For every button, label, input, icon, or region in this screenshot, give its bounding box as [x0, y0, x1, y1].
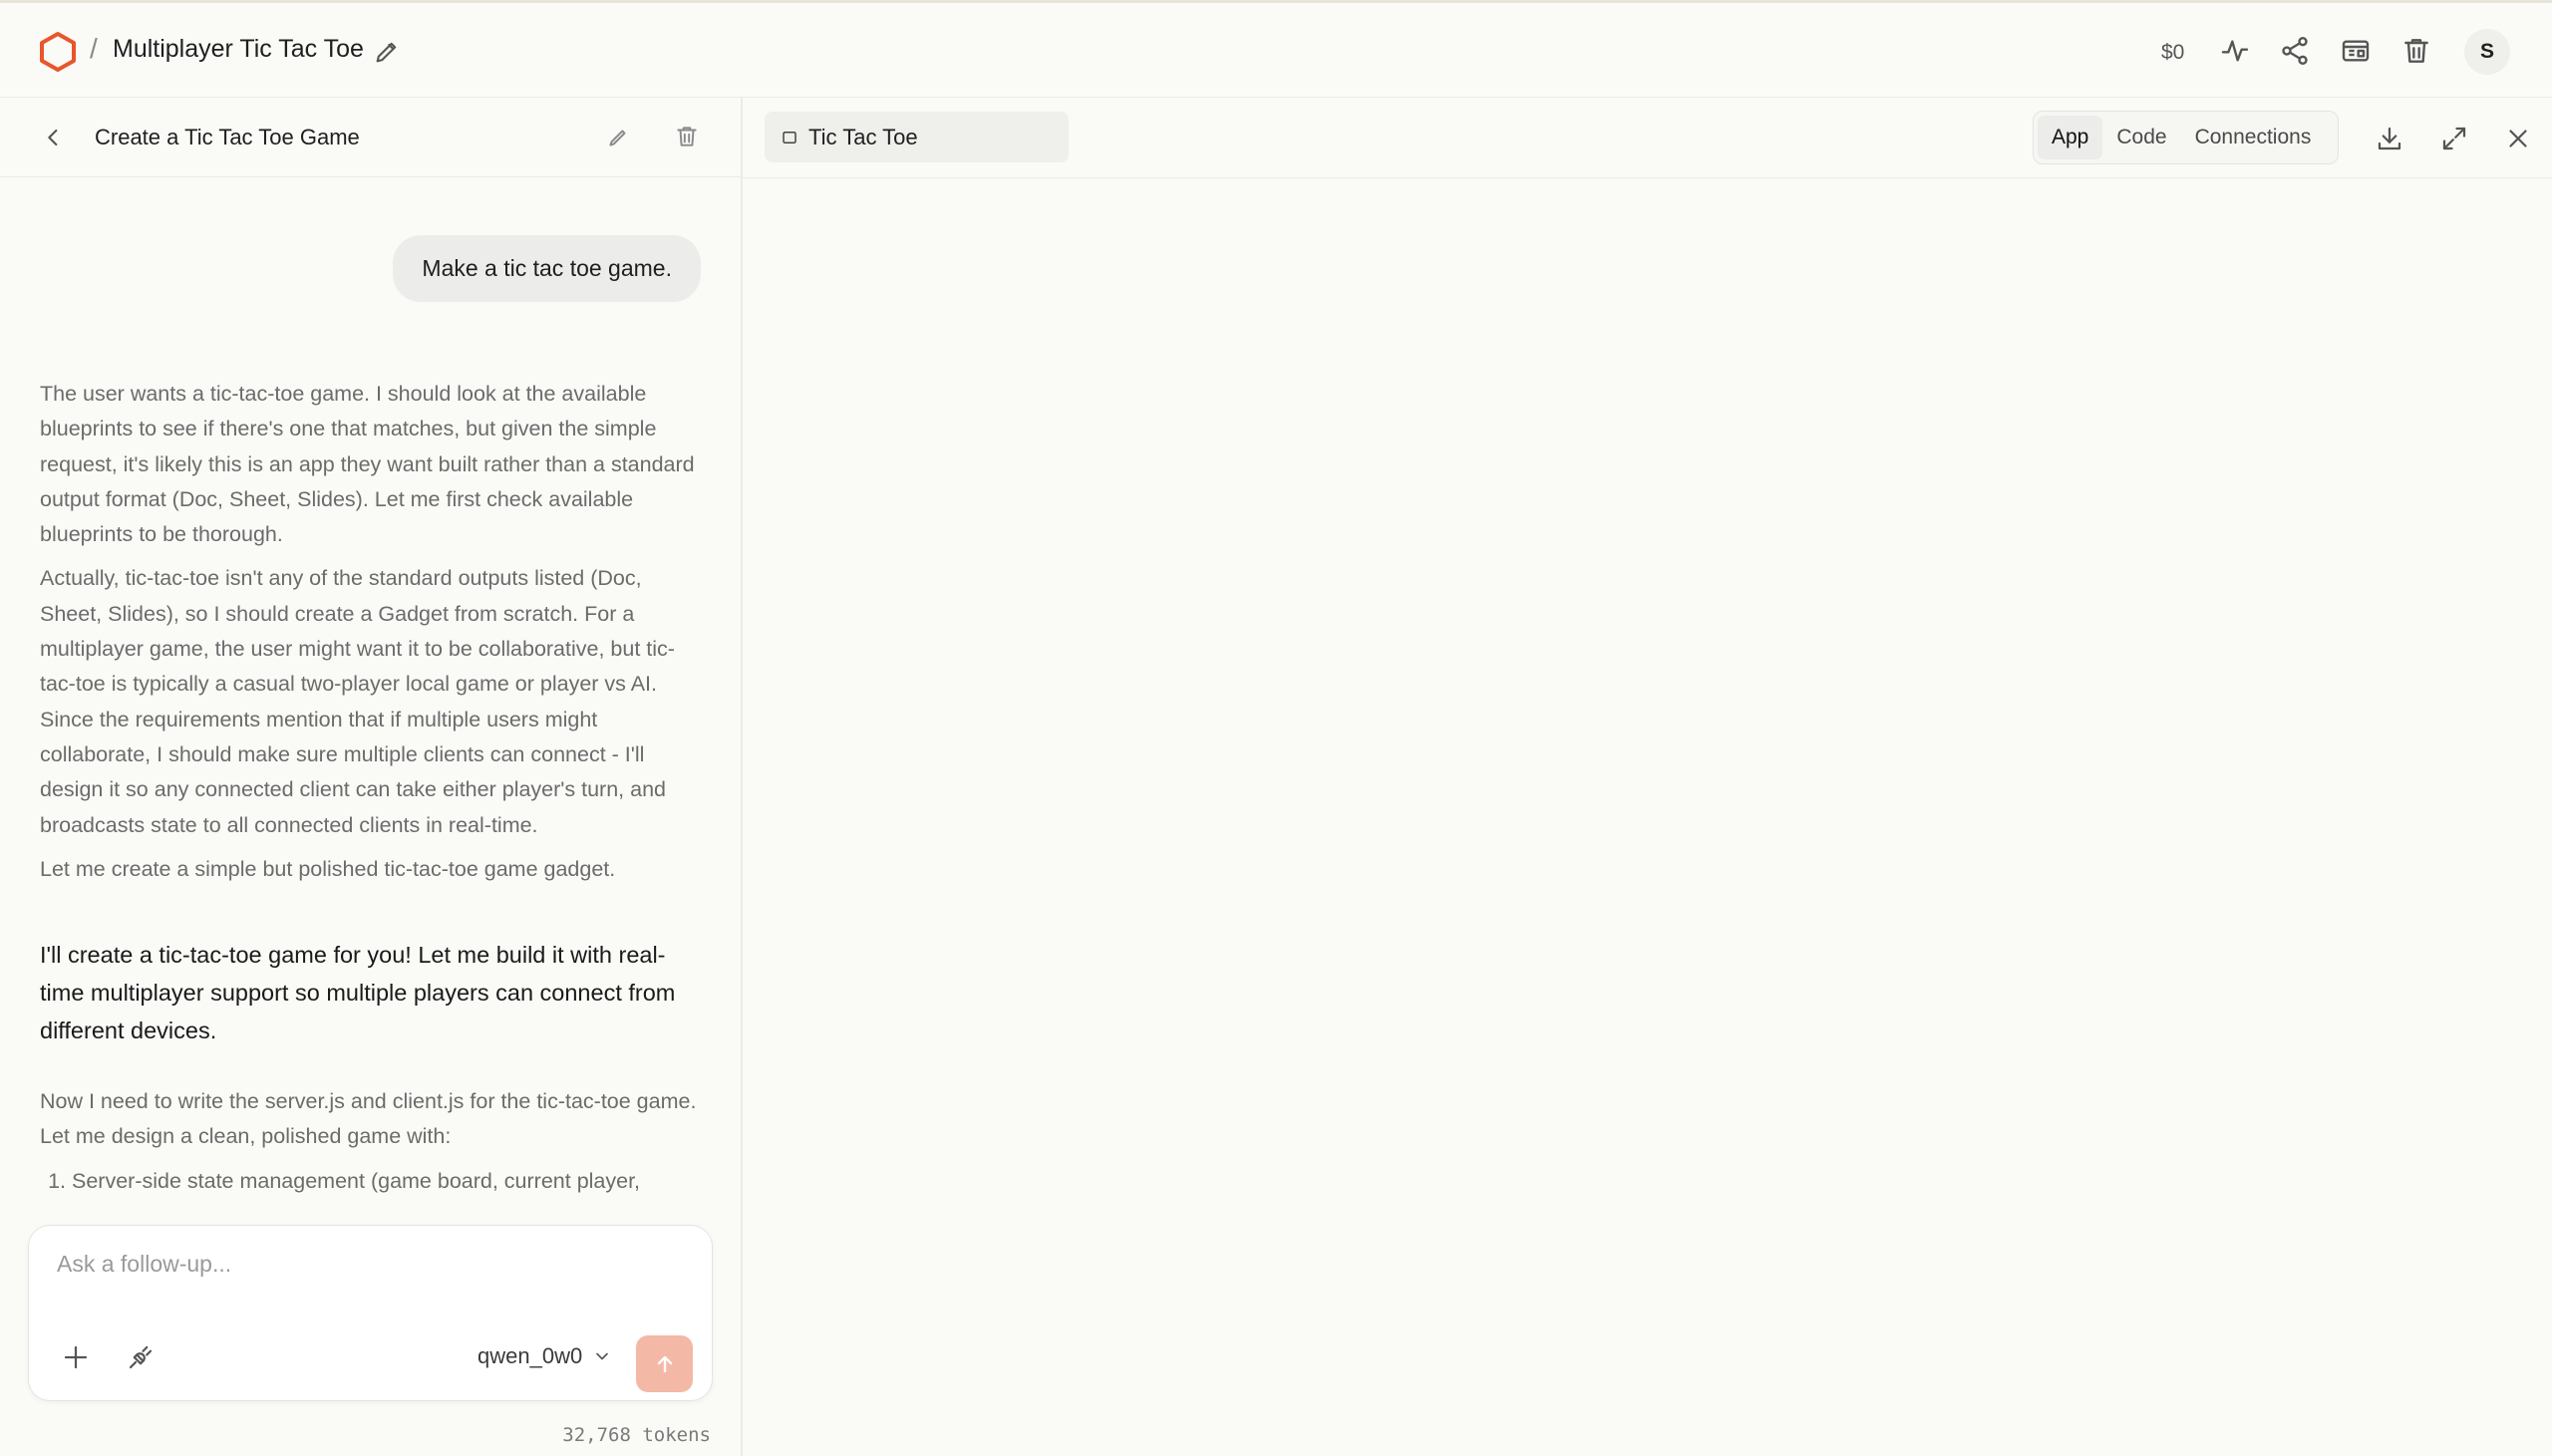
- expand-icon[interactable]: [2439, 124, 2469, 153]
- message-list[interactable]: Make a tic tac toe game. The user wants …: [0, 178, 741, 1292]
- user-message: Make a tic tac toe game.: [393, 235, 701, 302]
- avatar[interactable]: S: [2464, 29, 2510, 75]
- token-count: 32,768 tokens: [562, 1424, 711, 1446]
- chevron-down-icon: [596, 1352, 609, 1360]
- assistant-message: I'll create a tic-tac-toe game for you! …: [40, 942, 676, 1043]
- tab-app[interactable]: App: [2038, 116, 2103, 159]
- follow-up-input[interactable]: [55, 1246, 673, 1282]
- thinking-paragraph: Actually, tic-tac-toe isn't any of the s…: [40, 566, 675, 837]
- assistant-thinking: Now I need to write the server.js and cl…: [40, 1084, 703, 1199]
- top-bar: / Multiplayer Tic Tac Toe $0 S: [0, 0, 2552, 98]
- send-button[interactable]: [636, 1335, 693, 1392]
- thinking-paragraph: Let me create a simple but polished tic-…: [40, 856, 616, 881]
- close-icon[interactable]: [2503, 124, 2533, 153]
- cost-indicator: $0: [2161, 41, 2185, 64]
- tab-code[interactable]: Code: [2102, 116, 2180, 159]
- file-tab-label: Tic Tac Toe: [808, 124, 918, 149]
- plus-icon[interactable]: [61, 1342, 91, 1372]
- list-item: Server-side state management (game board…: [72, 1164, 703, 1199]
- view-tabs: App Code Connections: [2033, 111, 2339, 164]
- breadcrumb-separator: /: [90, 33, 98, 64]
- page-title[interactable]: Multiplayer Tic Tac Toe: [113, 35, 364, 64]
- trash-icon[interactable]: [674, 124, 700, 149]
- pencil-icon[interactable]: [605, 125, 631, 150]
- assistant-thinking: The user wants a tic-tac-toe game. I sho…: [40, 377, 700, 896]
- model-selector[interactable]: qwen_0w0: [478, 1343, 612, 1369]
- brand-logo-icon[interactable]: [38, 31, 78, 73]
- file-tab[interactable]: Tic Tac Toe: [765, 112, 1069, 162]
- arrow-up-icon: [657, 1355, 672, 1372]
- panel-layout-icon[interactable]: [2340, 35, 2372, 67]
- download-icon[interactable]: [2375, 124, 2404, 153]
- preview-panel: Tic Tac Toe App Code Connections: [743, 98, 2552, 1456]
- activity-icon[interactable]: [2219, 35, 2251, 67]
- app-preview-area[interactable]: [743, 179, 2552, 1456]
- chat-panel: Create a Tic Tac Toe Game Make a tic tac…: [0, 98, 743, 1456]
- chat-header: Create a Tic Tac Toe Game: [0, 98, 741, 177]
- share-icon[interactable]: [2279, 35, 2311, 67]
- thinking-paragraph: Now I need to write the server.js and cl…: [40, 1089, 697, 1149]
- chevron-left-icon[interactable]: [40, 124, 68, 151]
- tab-connections[interactable]: Connections: [2181, 116, 2326, 159]
- model-name: qwen_0w0: [478, 1343, 583, 1368]
- trash-icon[interactable]: [2400, 35, 2432, 67]
- thinking-list: Server-side state management (game board…: [40, 1164, 703, 1199]
- window-icon: [783, 131, 797, 144]
- thinking-paragraph: The user wants a tic-tac-toe game. I sho…: [40, 382, 695, 547]
- pencil-icon[interactable]: [373, 38, 401, 66]
- chat-title: Create a Tic Tac Toe Game: [95, 125, 360, 149]
- preview-header: Tic Tac Toe App Code Connections: [743, 98, 2552, 178]
- message-composer: qwen_0w0: [28, 1225, 713, 1401]
- plug-icon[interactable]: [126, 1342, 156, 1372]
